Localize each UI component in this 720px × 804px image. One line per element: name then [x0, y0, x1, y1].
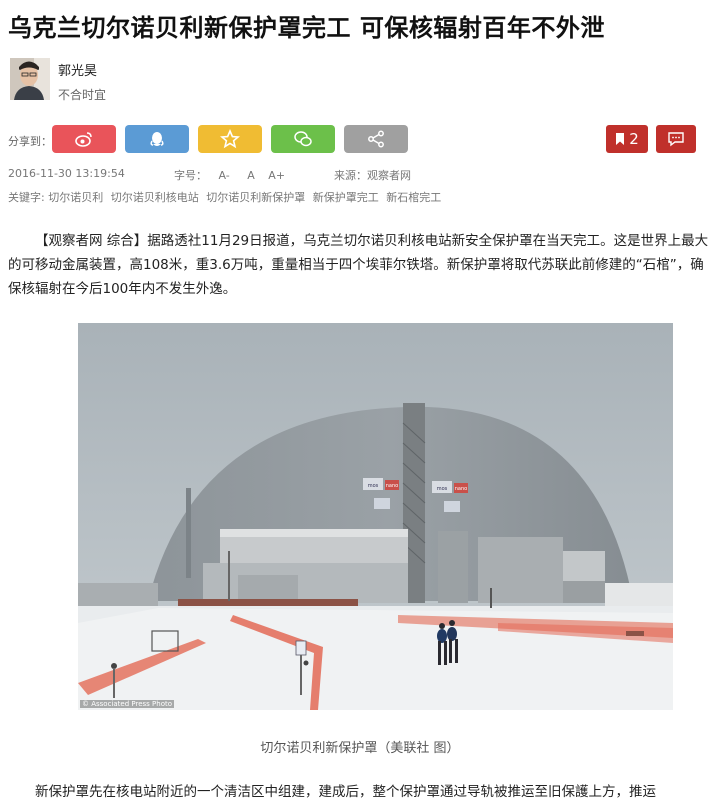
author-name[interactable]: 郭光昊	[58, 60, 97, 79]
article-paragraph: 新保护罩先在核电站附近的一个清洁区中组建，建成后，整个保护罩通过导轨被推运至旧保…	[35, 784, 656, 800]
font-size-label: 字号：	[174, 169, 207, 182]
share-more-button[interactable]	[344, 125, 408, 153]
keyword-link[interactable]: 新石棺完工	[386, 191, 441, 204]
photo-sign-text: mos	[437, 486, 448, 492]
author-avatar[interactable]	[10, 58, 50, 100]
wechat-icon	[294, 131, 312, 147]
bookmark-count: 2	[629, 130, 639, 148]
share-label: 分享到：	[8, 135, 52, 148]
keywords-line: 关键字: 切尔诺贝利 切尔诺贝利核电站 切尔诺贝利新保护罩 新保护罩完工 新石棺…	[8, 189, 445, 205]
star-icon	[220, 129, 240, 149]
photo-caption: 切尔诺贝利新保护罩（美联社 图）	[260, 741, 460, 756]
font-size-normal[interactable]: A	[247, 169, 255, 182]
author-tagline: 不合时宜	[58, 88, 107, 102]
share-weibo-button[interactable]	[52, 125, 116, 153]
keyword-link[interactable]: 切尔诺贝利	[48, 191, 103, 204]
keyword-link[interactable]: 切尔诺贝利核电站	[111, 191, 199, 204]
font-size-control: 字号： A- A A+	[174, 167, 285, 183]
qq-penguin-icon	[150, 132, 164, 146]
bookmark-button[interactable]: 2	[606, 125, 648, 153]
publish-date: 2016-11-30 13:19:54	[8, 167, 125, 180]
keyword-link[interactable]: 切尔诺贝利新保护罩	[206, 191, 305, 204]
share-qzone-button[interactable]	[198, 125, 262, 153]
comment-icon	[668, 132, 684, 147]
article-title: 乌克兰切尔诺贝利新保护罩完工 可保核辐射百年不外泄	[8, 14, 605, 42]
keywords-label: 关键字:	[8, 191, 45, 204]
article-photo: mos nano mos nano	[78, 323, 673, 710]
article-source: 来源：观察者网	[334, 169, 411, 182]
keyword-link[interactable]: 新保护罩完工	[313, 191, 379, 204]
font-size-smaller[interactable]: A-	[219, 169, 230, 182]
photo-sign-text: nano	[455, 486, 467, 492]
share-icon	[368, 130, 384, 148]
share-wechat-button[interactable]	[271, 125, 335, 153]
article-paragraph: 【观察者网 综合】据路透社11月29日报道，乌克兰切尔诺贝利核电站新安全保护罩在…	[8, 233, 709, 297]
font-size-larger[interactable]: A+	[268, 169, 285, 182]
photo-sign-text: nano	[386, 483, 398, 489]
comment-button[interactable]	[656, 125, 696, 153]
photo-sign-text: mos	[368, 483, 379, 489]
photo-credit: © Associated Press Photo	[80, 700, 175, 708]
bookmark-icon	[616, 133, 625, 145]
weibo-icon	[75, 132, 92, 147]
share-qq-button[interactable]	[125, 125, 189, 153]
